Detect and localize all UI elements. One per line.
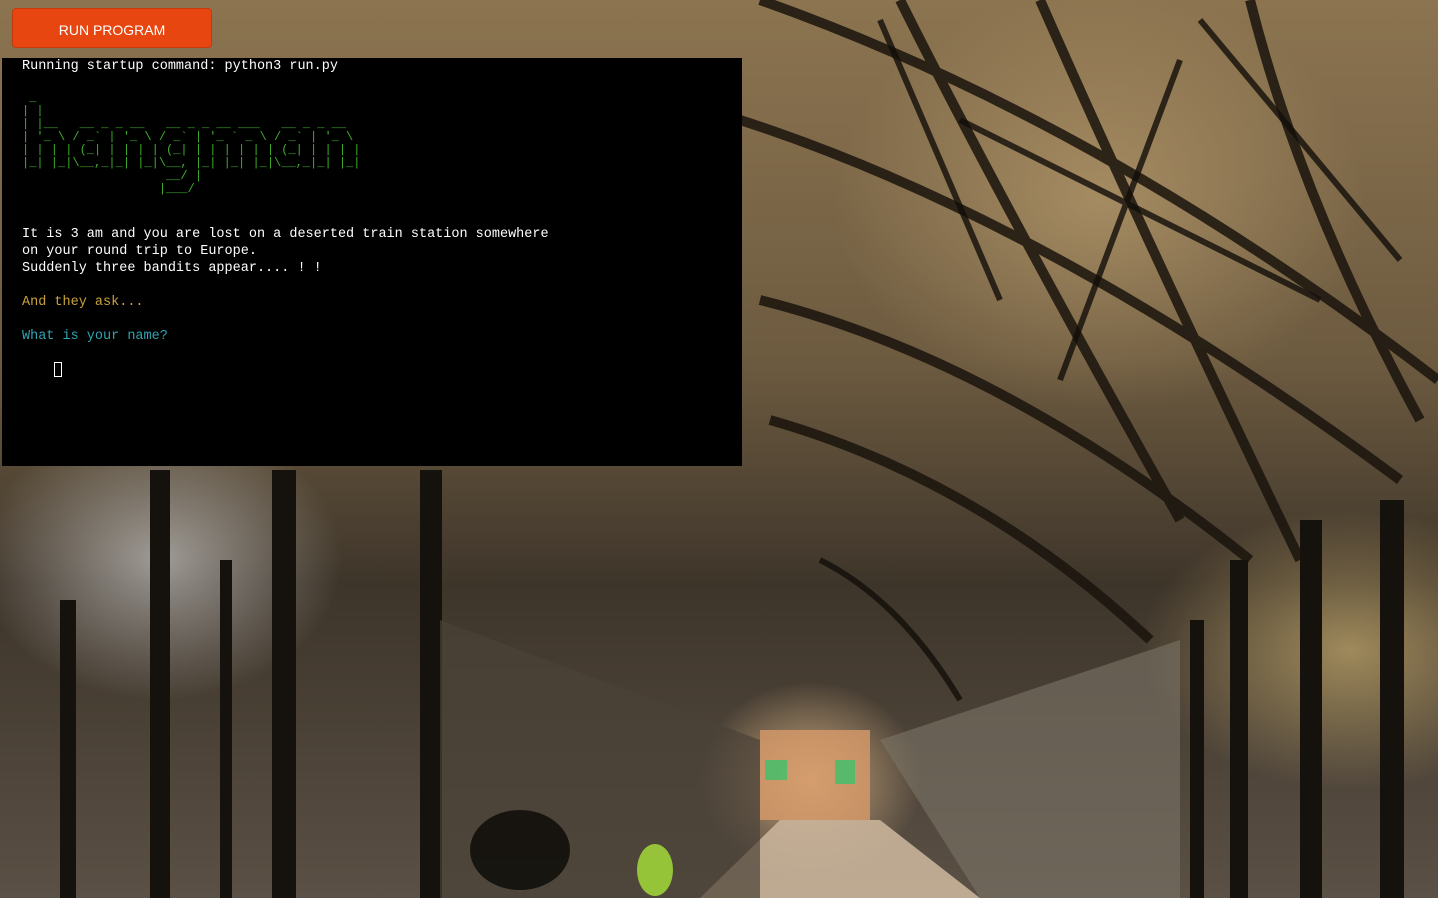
- terminal-window[interactable]: Running startup command: python3 run.py …: [2, 58, 742, 466]
- story-line: Suddenly three bandits appear.... ! !: [22, 261, 322, 276]
- story-line: on your round trip to Europe.: [22, 244, 257, 259]
- input-line[interactable]: [22, 345, 722, 377]
- startup-command-line: Running startup command: python3 run.py: [22, 59, 338, 74]
- text-cursor[interactable]: [54, 362, 63, 377]
- hangman-ascii-title: _ | | | |__ __ _ _ __ __ _ _ __ ___ __ _…: [22, 91, 361, 196]
- name-question: What is your name?: [22, 329, 168, 344]
- prompt-intro: And they ask...: [22, 295, 144, 310]
- run-program-button[interactable]: RUN PROGRAM: [12, 8, 212, 48]
- story-line: It is 3 am and you are lost on a deserte…: [22, 227, 549, 242]
- story-text: It is 3 am and you are lost on a deserte…: [22, 226, 722, 277]
